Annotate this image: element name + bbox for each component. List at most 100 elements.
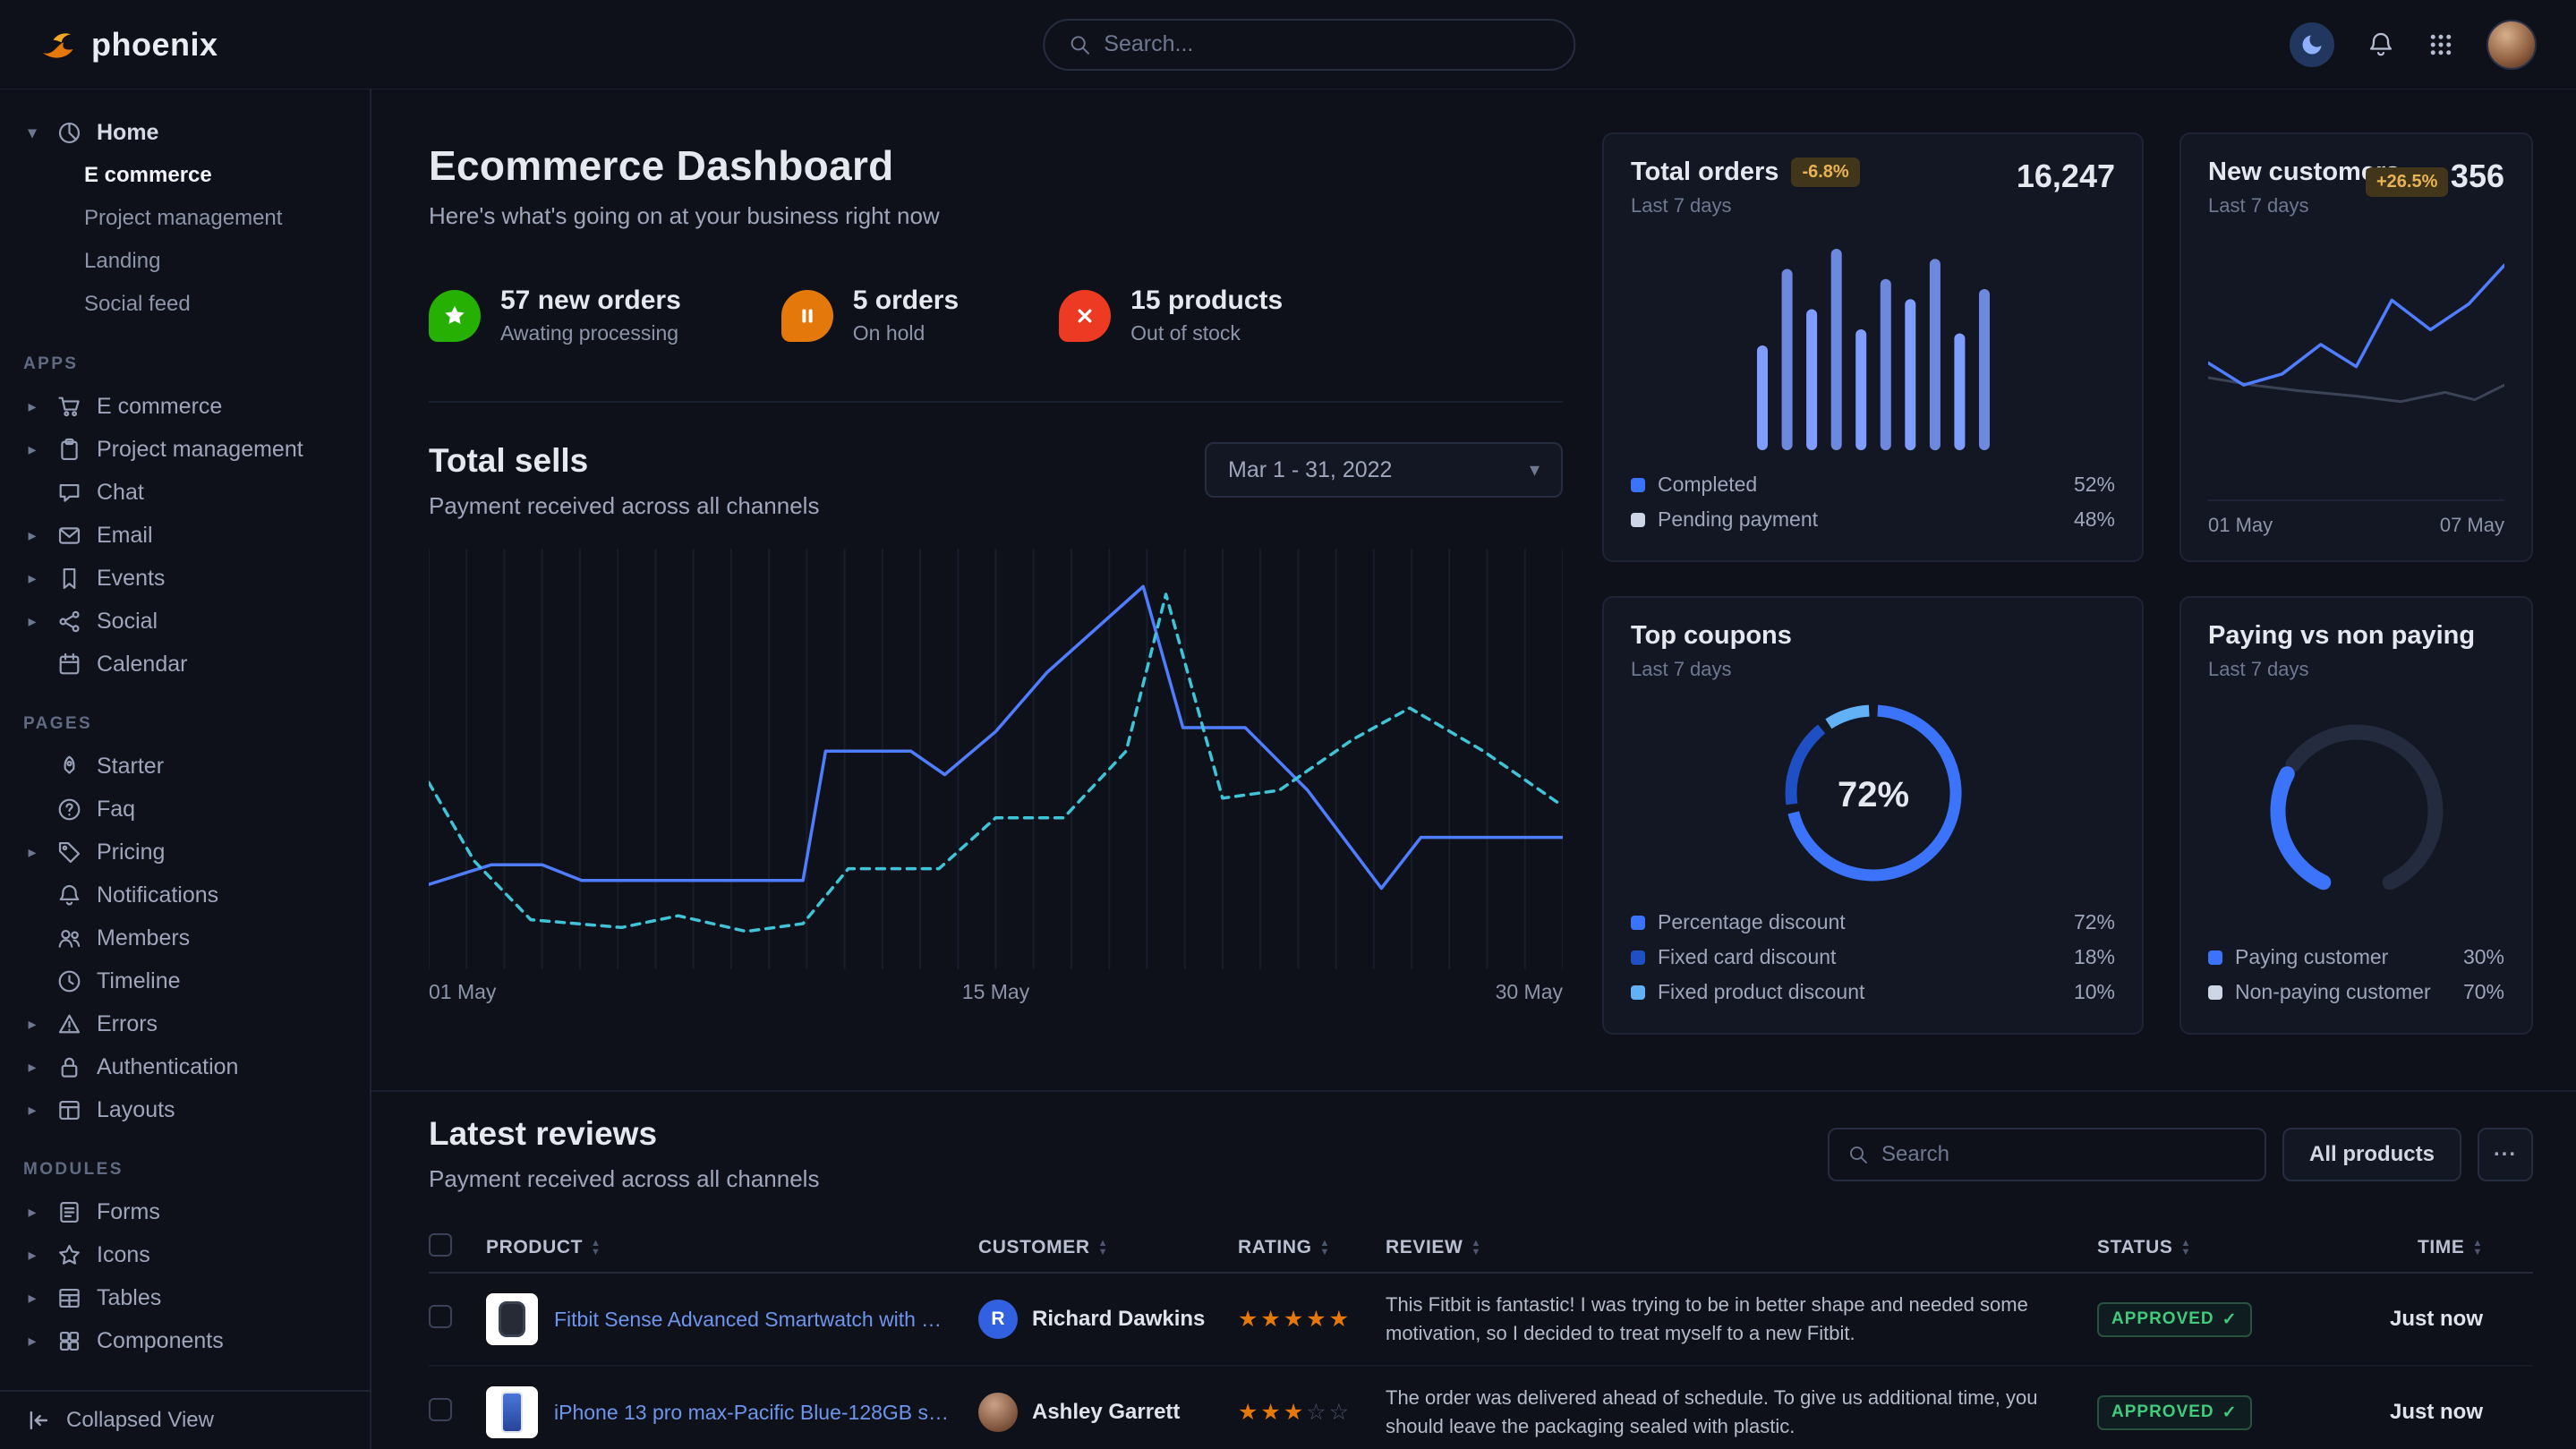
check-icon: ✓ — [2222, 1402, 2238, 1423]
sidebar-item-events[interactable]: ▸Events — [0, 557, 370, 600]
customer-name: Richard Dawkins — [1032, 1307, 1205, 1332]
sidebar-subitem-project-management[interactable]: Project management — [0, 197, 370, 240]
new-customers-card: New customers Last 7 days 356 +26.5% 01 … — [2179, 132, 2533, 562]
sidebar-item-label: Email — [97, 523, 153, 549]
row-checkbox[interactable] — [429, 1305, 452, 1328]
status-badge: APPROVED✓ — [2097, 1395, 2252, 1430]
select-all-checkbox[interactable] — [429, 1233, 452, 1257]
sidebar-item-chat[interactable]: Chat — [0, 471, 370, 514]
bell-icon — [2367, 30, 2395, 59]
navbar-actions — [2290, 20, 2537, 70]
reviews-search[interactable] — [1828, 1128, 2266, 1181]
caret-right-icon: ▸ — [23, 569, 41, 588]
section-divider — [371, 1090, 2576, 1092]
stat-subtitle: Awating processing — [500, 321, 681, 345]
sidebar-item-starter[interactable]: Starter — [0, 745, 370, 788]
notifications-bell-button[interactable] — [2367, 30, 2395, 59]
column-header-rating[interactable]: RATING▲▼ — [1238, 1237, 1386, 1258]
page-title: Ecommerce Dashboard — [429, 141, 1563, 190]
x-axis-label: 30 May — [1496, 980, 1563, 1004]
user-avatar[interactable] — [2486, 20, 2537, 70]
card-title: Total orders — [1631, 158, 1778, 187]
chat-icon — [55, 479, 82, 506]
legend-swatch — [1631, 478, 1645, 492]
date-range-select[interactable]: Mar 1 - 31, 2022 ▾ — [1205, 442, 1563, 498]
sidebar-item-timeline[interactable]: Timeline — [0, 959, 370, 1002]
sidebar-item-project-management[interactable]: ▸Project management — [0, 428, 370, 471]
collapsed-view-button[interactable]: Collapsed View — [0, 1390, 370, 1449]
sidebar-item-faq[interactable]: Faq — [0, 788, 370, 831]
more-options-button[interactable]: ... — [2478, 1128, 2533, 1181]
apps-grid-button[interactable] — [2427, 31, 2454, 58]
bell-icon — [55, 882, 82, 908]
tag-icon — [55, 839, 82, 865]
sidebar-item-social[interactable]: ▸Social — [0, 600, 370, 643]
sidebar-item-layouts[interactable]: ▸Layouts — [0, 1088, 370, 1131]
sidebar-item-label: Pricing — [97, 840, 165, 865]
status-cell: APPROVED✓ — [2097, 1395, 2325, 1430]
stat-subtitle: On hold — [853, 321, 959, 345]
legend-swatch — [2208, 985, 2222, 1000]
sidebar-item-pricing[interactable]: ▸ Pricing — [0, 831, 370, 874]
column-header-customer[interactable]: CUSTOMER▲▼ — [978, 1237, 1238, 1258]
sidebar-item-email[interactable]: ▸ Email — [0, 514, 370, 557]
caret-right-icon: ▸ — [23, 1203, 41, 1222]
main-content: Ecommerce Dashboard Here's what's going … — [371, 89, 2576, 1449]
product-link[interactable]: iPhone 13 pro max-Pacific Blue-128GB sto… — [554, 1401, 951, 1425]
sidebar-item-notifications[interactable]: Notifications — [0, 874, 370, 916]
sort-icon: ▲▼ — [1098, 1239, 1109, 1257]
phone-image — [501, 1392, 523, 1433]
column-header-status[interactable]: STATUS▲▼ — [2097, 1237, 2325, 1258]
product-link[interactable]: Fitbit Sense Advanced Smartwatch with To… — [554, 1308, 951, 1332]
sidebar-item-icons[interactable]: ▸Icons — [0, 1233, 370, 1276]
check-icon: ✓ — [2222, 1309, 2238, 1330]
stat-text: 57 new orders Awating processing — [500, 286, 681, 345]
brand[interactable]: phoenix — [39, 25, 218, 64]
legend-value: 52% — [2074, 473, 2115, 497]
all-products-button[interactable]: All products — [2282, 1128, 2461, 1181]
time-cell: Just now — [2325, 1400, 2533, 1425]
legend-item-pending-payment: Pending payment48% — [1631, 502, 2115, 537]
sidebar-section-label-pages: PAGES — [0, 686, 370, 745]
sidebar-item-e-commerce[interactable]: ▸E commerce — [0, 385, 370, 428]
card-period: Last 7 days — [1631, 658, 1792, 681]
reviews-search-input[interactable] — [1881, 1142, 2247, 1167]
sidebar-item-calendar[interactable]: Calendar — [0, 643, 370, 686]
caret-down-icon: ▾ — [23, 124, 41, 142]
sidebar-item-label: Starter — [97, 754, 164, 780]
sidebar-subitem-landing[interactable]: Landing — [0, 240, 370, 283]
caret-right-icon: ▸ — [23, 1289, 41, 1308]
stat-title: 15 products — [1130, 286, 1283, 316]
stat-title: 57 new orders — [500, 286, 681, 316]
reviews-controls: All products ... — [1828, 1128, 2533, 1181]
caret-right-icon: ▸ — [23, 526, 41, 545]
column-header-time[interactable]: TIME▲▼ — [2325, 1237, 2533, 1258]
x-axis-label: 01 May — [429, 980, 496, 1004]
caret-right-icon: ▸ — [23, 612, 41, 631]
caret-right-icon: ▸ — [23, 397, 41, 416]
sidebar-nav: ▾HomeE commerceProject managementLanding… — [0, 111, 370, 1390]
sidebar-item-authentication[interactable]: ▸Authentication — [0, 1045, 370, 1088]
column-header-label: RATING — [1238, 1237, 1312, 1258]
sidebar: ▾HomeE commerceProject managementLanding… — [0, 89, 371, 1449]
sidebar-item-tables[interactable]: ▸Tables — [0, 1276, 370, 1319]
chevron-down-icon: ▾ — [1530, 458, 1540, 482]
sidebar-item-home[interactable]: ▾Home — [0, 111, 370, 154]
column-header-product[interactable]: PRODUCT▲▼ — [486, 1237, 978, 1258]
customer-avatar — [978, 1393, 1018, 1432]
sidebar-subitem-e-commerce[interactable]: E commerce — [0, 154, 370, 197]
search-input[interactable] — [1104, 31, 1550, 57]
column-header-review[interactable]: REVIEW▲▼ — [1386, 1237, 2097, 1258]
legend-swatch — [1631, 916, 1645, 930]
row-checkbox[interactable] — [429, 1398, 452, 1421]
sidebar-item-components[interactable]: ▸Components — [0, 1319, 370, 1362]
caret-right-icon: ▸ — [23, 843, 41, 862]
sidebar-item-errors[interactable]: ▸Errors — [0, 1002, 370, 1045]
sidebar-item-forms[interactable]: ▸Forms — [0, 1190, 370, 1233]
legend-item-percentage-discount: Percentage discount72% — [1631, 905, 2115, 940]
sidebar-item-members[interactable]: Members — [0, 916, 370, 959]
dark-mode-toggle[interactable] — [2290, 22, 2334, 67]
sidebar-subitem-social-feed[interactable]: Social feed — [0, 283, 370, 326]
grid-icon — [2427, 31, 2454, 58]
global-search[interactable] — [1043, 19, 1575, 71]
